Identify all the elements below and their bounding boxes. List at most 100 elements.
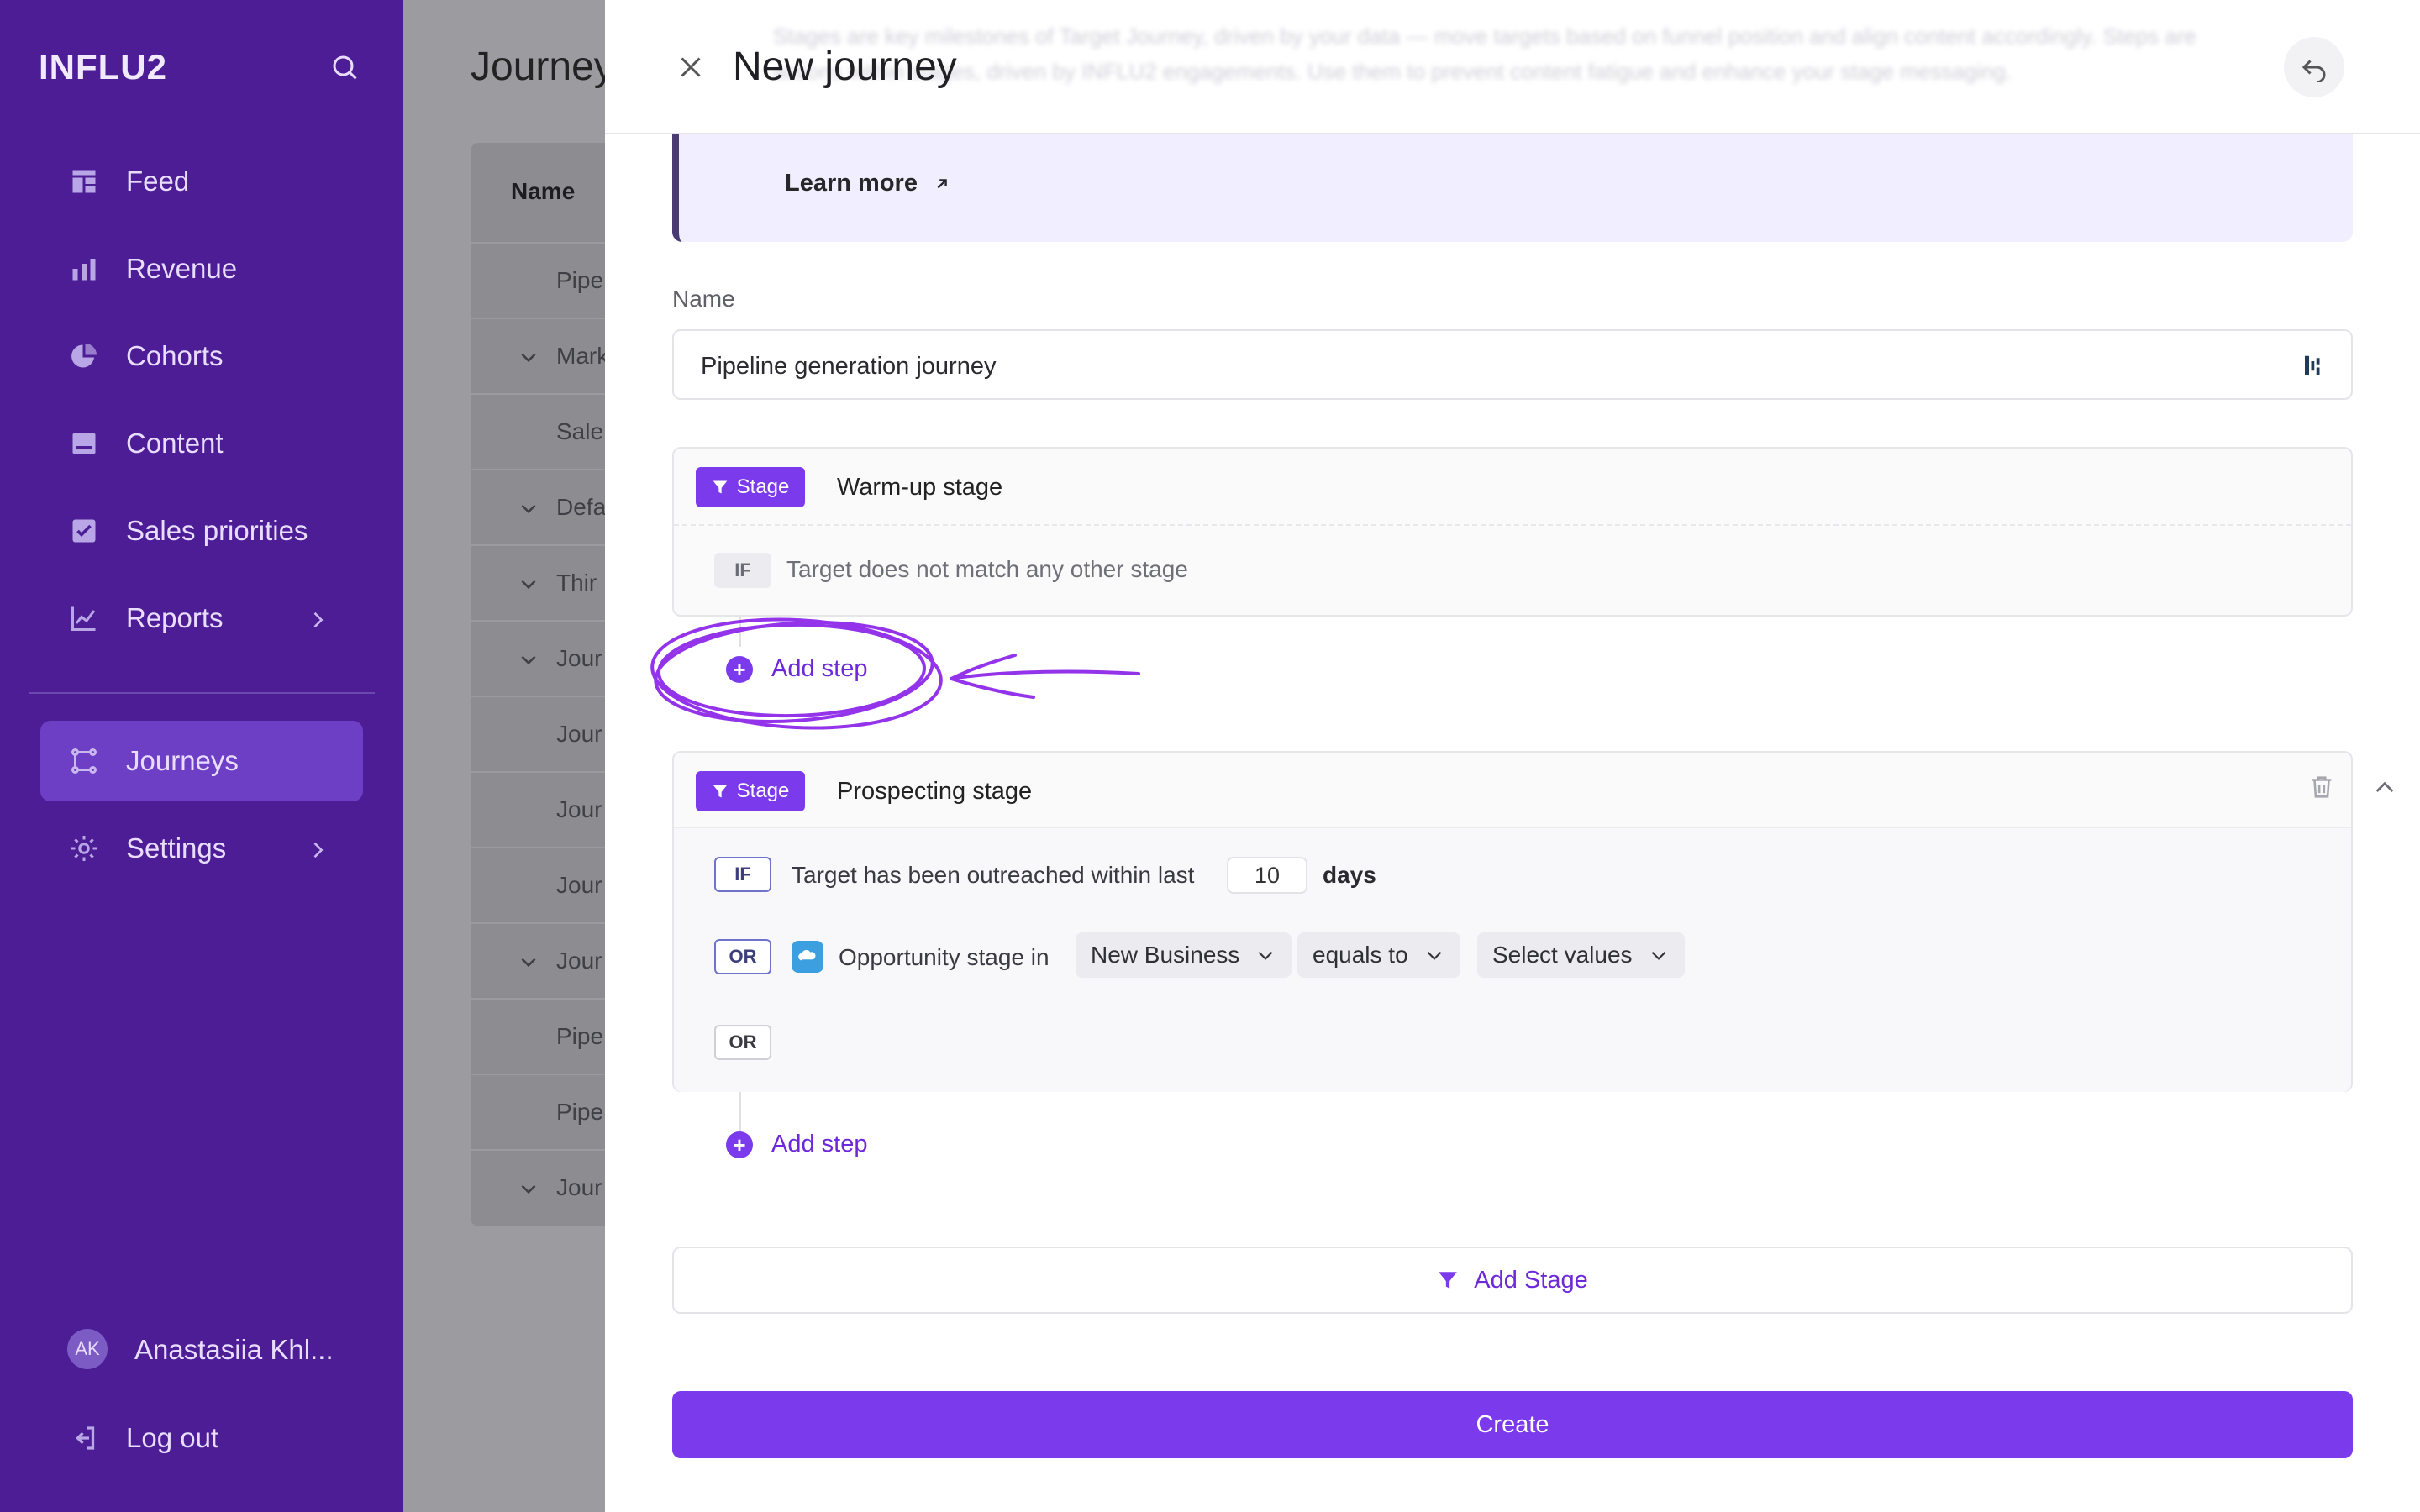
chevron-down-icon (1259, 951, 1273, 960)
plus-icon: + (726, 655, 753, 683)
sidebar-item-label: Feed (126, 165, 190, 197)
funnel-icon (713, 785, 727, 798)
sidebar-item-label: Reports (126, 602, 224, 633)
user-name[interactable]: Anastasiia Khl... (134, 1334, 334, 1366)
undo-icon (2302, 60, 2326, 82)
sidebar-item-label: Journeys (126, 745, 239, 776)
stage-name: Prospecting stage (837, 778, 1033, 805)
sidebar-divider (29, 692, 375, 694)
funnel-icon (713, 480, 727, 494)
salesforce-icon (792, 941, 823, 973)
trash-icon[interactable] (2307, 773, 2336, 801)
plus-icon: + (726, 1131, 753, 1158)
values-dropdown[interactable]: Select values (1477, 932, 1685, 978)
table-row[interactable]: Pipe (471, 998, 605, 1074)
sidebar-item-label: Cohorts (126, 340, 224, 371)
stage-badge: Stage (696, 467, 805, 507)
chevron-down-icon (1651, 951, 1665, 960)
undo-button[interactable] (2284, 37, 2344, 97)
chevron-up-icon[interactable] (2371, 774, 2398, 801)
learn-more-link[interactable]: Learn more (785, 170, 951, 197)
condition-text: Target does not match any other stage (786, 556, 1188, 582)
table-row[interactable]: Jour (471, 1149, 605, 1225)
sidebar-item-label: Content (126, 428, 224, 459)
logout-label: Log out (126, 1422, 219, 1453)
sidebar-item-sales-priorities[interactable]: Sales priorities (40, 491, 363, 571)
close-icon[interactable] (676, 52, 706, 82)
stage-card-warm-up: Stage Warm-up stage IF Target does not m… (672, 447, 2353, 617)
name-input[interactable]: Pipeline generation journey (672, 329, 2353, 400)
new-journey-drawer: Learn more Stages are key milestones of … (605, 0, 2420, 1512)
table-row[interactable]: Jour (471, 922, 605, 998)
table-row[interactable]: Thir (471, 544, 605, 620)
table-row[interactable]: Jour (471, 620, 605, 696)
line-chart-icon (67, 601, 101, 635)
stage-card-prospecting: Stage Prospecting stage IF Target has be… (672, 751, 2394, 1092)
table-row[interactable]: Defa (471, 469, 605, 544)
sidebar-item-label: Settings (126, 832, 227, 864)
bar-chart-icon (67, 252, 101, 286)
opportunity-stage-dropdown[interactable]: New Business (1076, 932, 1292, 978)
or-tag: OR (714, 939, 771, 974)
pie-chart-icon (67, 339, 101, 373)
chevron-down-icon (518, 648, 539, 670)
days-unit: days (1323, 862, 1376, 888)
table-header-name: Name (511, 178, 576, 204)
add-step-button-2[interactable]: + Add step (726, 1131, 867, 1158)
sidebar-item-label: Revenue (126, 253, 238, 284)
table-row[interactable]: Mark (471, 318, 605, 393)
avatar[interactable]: AK (67, 1329, 108, 1369)
sidebar-item-settings[interactable]: Settings (40, 808, 363, 889)
create-button[interactable]: Create (672, 1391, 2353, 1458)
gear-icon (67, 832, 101, 865)
sidebar-item-feed[interactable]: Feed (40, 141, 363, 222)
add-stage-button[interactable]: Add Stage (672, 1247, 2353, 1314)
search-icon[interactable] (329, 52, 360, 82)
chevron-down-icon (518, 573, 539, 595)
sidebar-item-cohorts[interactable]: Cohorts (40, 316, 363, 396)
logout-icon (67, 1421, 101, 1455)
drawer-header: Stages are key milestones of Target Jour… (605, 0, 2420, 134)
operator-dropdown[interactable]: equals to (1297, 932, 1460, 978)
feed-icon (67, 165, 101, 198)
sidebar-item-label: Sales priorities (126, 515, 308, 546)
page-title: Journeys (471, 45, 605, 89)
chevron-right-icon (306, 606, 329, 630)
table-row[interactable]: Pipe (471, 1074, 605, 1149)
content-icon (67, 427, 101, 460)
stage-divider (674, 524, 2351, 526)
or-tag-add[interactable]: OR (714, 1025, 771, 1060)
sidebar-item-reports[interactable]: Reports (40, 578, 363, 659)
stage-badge: Stage (696, 771, 805, 811)
days-input[interactable]: 10 (1227, 857, 1307, 894)
table-row[interactable]: Jour (471, 771, 605, 847)
name-label: Name (672, 286, 735, 312)
drawer-title: New journey (733, 45, 957, 89)
table-row[interactable]: Jour (471, 696, 605, 771)
external-arrow-icon (937, 178, 947, 188)
sidebar-item-journeys[interactable]: Journeys (40, 721, 363, 801)
sidebar-item-revenue[interactable]: Revenue (40, 228, 363, 309)
if-tag: IF (714, 857, 771, 892)
add-step-button[interactable]: + Add step (726, 655, 867, 683)
journeys-icon (67, 744, 101, 778)
table-row[interactable]: Jour (471, 847, 605, 922)
chevron-down-icon (1427, 951, 1441, 960)
info-text-blurred: Stages are key milestones of Target Jour… (773, 24, 2196, 84)
header-divider (2351, 764, 2353, 815)
table-row[interactable]: Sale (471, 393, 605, 469)
condition-text: Target has been outreached within last (792, 862, 1195, 888)
funnel-icon (1439, 1272, 1458, 1289)
sidebar-item-content[interactable]: Content (40, 403, 363, 484)
name-input-value: Pipeline generation journey (701, 353, 997, 380)
logout-button[interactable]: Log out (40, 1398, 363, 1478)
chevron-down-icon (518, 1178, 539, 1200)
if-tag: IF (714, 553, 771, 588)
stage-name: Warm-up stage (837, 474, 1003, 501)
chevron-down-icon (518, 497, 539, 519)
condition-text: Opportunity stage in (839, 944, 1050, 970)
chevron-down-icon (518, 951, 539, 973)
checkbox-icon (67, 514, 101, 548)
extension-icon[interactable] (2301, 353, 2326, 378)
table-row[interactable]: Pipe (471, 242, 605, 318)
